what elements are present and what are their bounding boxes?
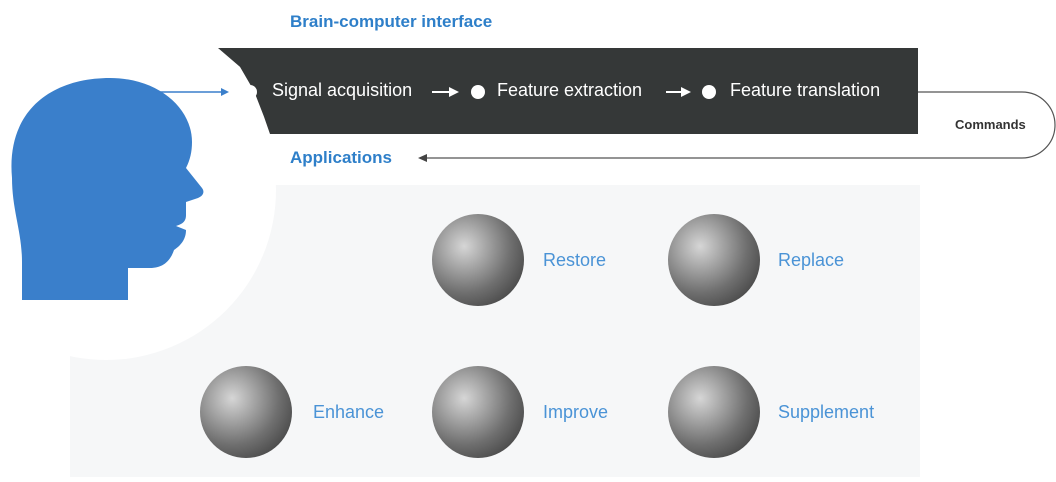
restore-photo-icon — [432, 214, 524, 306]
app-label-enhance: Enhance — [313, 402, 385, 422]
head-to-pipeline-arrowhead — [221, 88, 229, 96]
supplement-photo-icon — [668, 366, 760, 458]
loop-arrowhead — [418, 154, 427, 162]
step-arrowhead-1 — [449, 87, 459, 97]
replace-photo-icon — [668, 214, 760, 306]
app-label-restore: Restore — [543, 250, 607, 270]
diagram-overlay — [11, 78, 1056, 300]
commands-loop-path — [426, 91, 1056, 159]
step-arrowhead-2 — [681, 87, 691, 97]
app-label-replace: Replace — [778, 250, 845, 270]
app-label-improve: Improve — [543, 402, 609, 422]
enhance-photo-icon — [200, 366, 292, 458]
app-label-supplement: Supplement — [778, 402, 875, 422]
bci-diagram: Brain-computer interface Signal acquisit… — [0, 0, 1056, 482]
improve-photo-icon — [432, 366, 524, 458]
head-silhouette-icon — [11, 78, 204, 300]
